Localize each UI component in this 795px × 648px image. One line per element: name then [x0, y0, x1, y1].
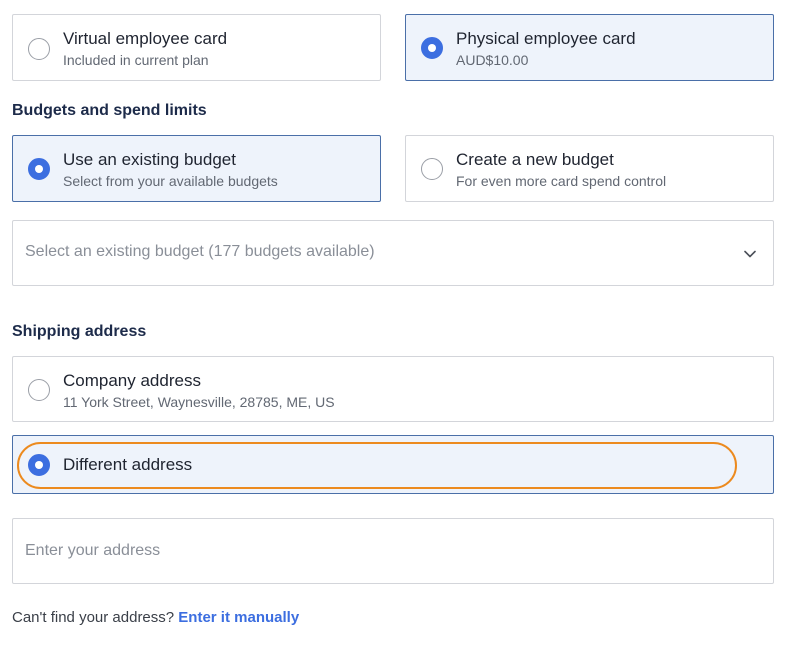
physical-card-radio[interactable] — [421, 37, 443, 59]
enter-manually-link[interactable]: Enter it manually — [178, 609, 299, 626]
manual-address-help: Can't find your address? Enter it manual… — [12, 609, 299, 626]
physical-card-option[interactable]: Physical employee card AUD$10.00 — [405, 14, 774, 81]
different-address-radio[interactable] — [28, 454, 50, 476]
virtual-card-radio[interactable] — [28, 38, 50, 60]
chevron-down-icon[interactable] — [743, 247, 757, 261]
existing-budget-subtitle: Select from your available budgets — [63, 173, 278, 189]
physical-card-price: AUD$10.00 — [456, 52, 529, 68]
budget-select-placeholder: Select an existing budget (177 budgets a… — [25, 243, 375, 260]
address-input-placeholder: Enter your address — [25, 542, 161, 559]
virtual-card-title: Virtual employee card — [63, 29, 228, 48]
different-address-option[interactable]: Different address — [12, 435, 774, 494]
new-budget-option[interactable]: Create a new budget For even more card s… — [405, 135, 774, 202]
different-address-title: Different address — [63, 455, 193, 474]
new-budget-subtitle: For even more card spend control — [456, 173, 667, 189]
budgets-heading: Budgets and spend limits — [12, 102, 207, 119]
help-text: Can't find your address? — [12, 609, 179, 626]
shipping-heading: Shipping address — [12, 323, 147, 340]
new-budget-title: Create a new budget — [456, 150, 614, 169]
existing-budget-radio[interactable] — [28, 158, 50, 180]
company-address-text: 11 York Street, Waynesville, 28785, ME, … — [63, 394, 335, 410]
existing-budget-option[interactable]: Use an existing budget Select from your … — [12, 135, 381, 202]
company-address-option[interactable]: Company address 11 York Street, Waynesvi… — [12, 356, 774, 422]
new-budget-radio[interactable] — [421, 158, 443, 180]
address-input[interactable]: Enter your address — [12, 518, 774, 584]
virtual-card-subtitle: Included in current plan — [63, 52, 209, 68]
company-address-radio[interactable] — [28, 379, 50, 401]
existing-budget-title: Use an existing budget — [63, 150, 236, 169]
company-address-title: Company address — [63, 371, 201, 390]
virtual-card-option[interactable]: Virtual employee card Included in curren… — [12, 14, 381, 81]
physical-card-title: Physical employee card — [456, 29, 636, 48]
budget-select[interactable]: Select an existing budget (177 budgets a… — [12, 220, 774, 286]
